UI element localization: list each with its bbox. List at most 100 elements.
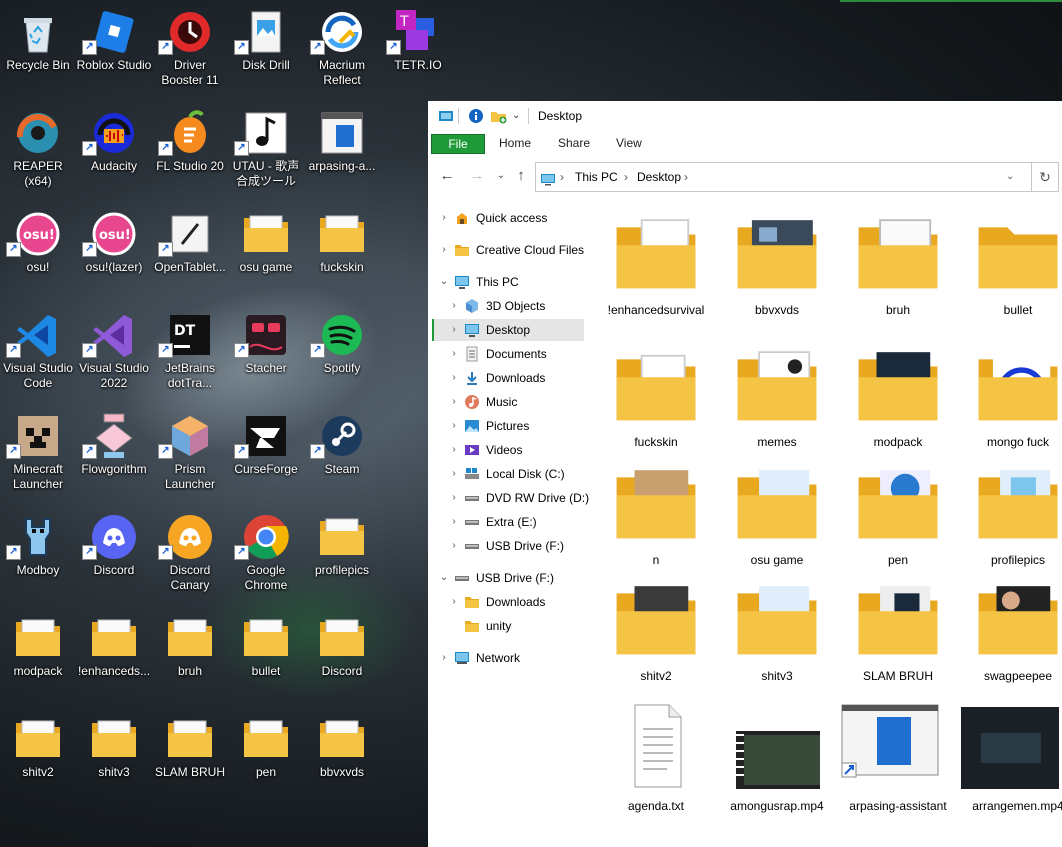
desktop-icon-steam[interactable]: ↗ Steam	[304, 404, 380, 504]
nav-item-usb-unity[interactable]: unity	[438, 615, 584, 637]
chevron-right-icon[interactable]: ›	[448, 367, 460, 389]
desktop-icon-enhanceds[interactable]: !enhanceds...	[76, 606, 152, 706]
desktop-icon-profilepics[interactable]: profilepics	[304, 505, 380, 605]
nav-item-objects3d[interactable]: › 3D Objects	[438, 295, 584, 317]
chevron-right-icon[interactable]: ›	[448, 343, 460, 365]
nav-item-this-pc[interactable]: ⌄ This PC	[438, 271, 584, 293]
file-item-arpasing-assistant[interactable]: arpasing-assistant	[841, 703, 953, 831]
tab-view[interactable]: View	[616, 134, 642, 152]
nav-item-pictures[interactable]: › Pictures	[438, 415, 584, 437]
desktop-icon-stacher[interactable]: ↗ Stacher	[228, 303, 304, 403]
desktop-icon-bullet[interactable]: bullet	[228, 606, 304, 706]
desktop-icon-shitv3[interactable]: shitv3	[76, 707, 152, 807]
chevron-right-icon[interactable]: ›	[448, 591, 460, 613]
nav-item-quick-access[interactable]: › Quick access	[438, 207, 584, 229]
file-item-pen[interactable]: pen	[843, 463, 953, 591]
desktop-icon-bruh[interactable]: bruh	[152, 606, 228, 706]
chevron-right-icon[interactable]: ›	[448, 535, 460, 557]
back-button[interactable]: ←	[438, 167, 456, 185]
desktop-icon-prism-launcher[interactable]: ↗ Prism Launcher	[152, 404, 228, 504]
nav-item-desktop[interactable]: › Desktop	[432, 319, 584, 341]
address-bar[interactable]: › This PC › Desktop › ⌄	[535, 162, 1032, 192]
desktop-icon-osu-lazer[interactable]: osu! ↗ osu!(lazer)	[76, 202, 152, 302]
file-item-agenda-txt[interactable]: agenda.txt	[601, 703, 711, 831]
file-item-bbvxvds[interactable]: bbvxvds	[722, 213, 832, 341]
tab-home[interactable]: Home	[499, 134, 531, 152]
chevron-right-icon[interactable]: ›	[448, 391, 460, 413]
recent-locations-button[interactable]: ⌄	[492, 167, 510, 185]
file-item-bullet[interactable]: bullet	[963, 213, 1062, 341]
chevron-right-icon[interactable]: ›	[448, 511, 460, 533]
new-folder-icon[interactable]	[490, 108, 507, 124]
tab-file[interactable]: File	[431, 134, 485, 154]
file-item-mongo-fuck[interactable]: mongo fuck	[963, 345, 1062, 473]
chevron-down-icon[interactable]: ⌄	[438, 271, 450, 293]
nav-item-videos[interactable]: › Videos	[438, 439, 584, 461]
desktop-icon-audacity[interactable]: ↗ Audacity	[76, 101, 152, 201]
chevron-right-icon[interactable]: ›	[448, 295, 460, 317]
file-item-modpack[interactable]: modpack	[843, 345, 953, 473]
desktop-icon-discord[interactable]: ↗ Discord	[76, 505, 152, 605]
desktop-icon-flowgorithm[interactable]: ↗ Flowgorithm	[76, 404, 152, 504]
nav-item-dvd[interactable]: › DVD RW Drive (D:)	[438, 487, 589, 509]
desktop-icon-spotify[interactable]: ↗ Spotify	[304, 303, 380, 403]
desktop-icon-osu-game[interactable]: osu game	[228, 202, 304, 302]
chevron-right-icon[interactable]: ›	[448, 463, 460, 485]
file-item-amongusrap-mp4[interactable]: amongusrap.mp4	[722, 703, 832, 831]
desktop-icon-visual-studio-code[interactable]: ↗ Visual Studio Code	[0, 303, 76, 403]
desktop-icon-utau[interactable]: ↗ UTAU - 歌声合成ツール	[228, 101, 304, 201]
desktop-icon-osu[interactable]: osu! ↗ osu!	[0, 202, 76, 302]
desktop-icon-driver-booster-11[interactable]: ↗ Driver Booster 11	[152, 0, 228, 100]
chevron-down-icon[interactable]: ⌄	[438, 567, 450, 589]
desktop-icon-arpasing-a[interactable]: arpasing-a...	[304, 101, 380, 201]
file-item-n[interactable]: n	[601, 463, 711, 591]
desktop-icon-bbvxvds[interactable]: bbvxvds	[304, 707, 380, 807]
chevron-right-icon[interactable]: ›	[448, 439, 460, 461]
desktop-icon-google-chrome[interactable]: ↗ Google Chrome	[228, 505, 304, 605]
desktop-icon-modboy[interactable]: ↗ Modboy	[0, 505, 76, 605]
nav-item-usb2[interactable]: ⌄ USB Drive (F:)	[438, 567, 584, 589]
desktop-icon-fl-studio-20[interactable]: ↗ FL Studio 20	[152, 101, 228, 201]
desktop-icon-roblox-studio[interactable]: ↗ Roblox Studio	[76, 0, 152, 100]
desktop-icon-discord[interactable]: Discord	[304, 606, 380, 706]
desktop-icon-discord-canary[interactable]: ↗ Discord Canary	[152, 505, 228, 605]
properties-icon[interactable]	[468, 108, 484, 124]
desktop-icon-opentablet[interactable]: ↗ OpenTablet...	[152, 202, 228, 302]
chevron-right-icon[interactable]: ›	[448, 487, 460, 509]
file-item-memes[interactable]: memes	[722, 345, 832, 473]
tab-share[interactable]: Share	[558, 134, 590, 152]
file-item-swagpeepee[interactable]: swagpeepee	[963, 579, 1062, 707]
desktop-icon-fuckskin[interactable]: fuckskin	[304, 202, 380, 302]
address-desktop[interactable]: Desktop	[637, 163, 681, 191]
desktop-icon-tetr-io[interactable]: T ↗ TETR.IO	[380, 0, 456, 100]
nav-item-local-disk[interactable]: › Local Disk (C:)	[438, 463, 584, 485]
desktop-icon-pen[interactable]: pen	[228, 707, 304, 807]
chevron-right-icon[interactable]: ›	[448, 415, 460, 437]
desktop-icon-minecraft-launcher[interactable]: ↗ Minecraft Launcher	[0, 404, 76, 504]
desktop-icon-reaper-x64[interactable]: REAPER (x64)	[0, 101, 76, 201]
nav-item-creative-cloud[interactable]: › Creative Cloud Files	[438, 239, 584, 261]
nav-item-music[interactable]: › Music	[438, 391, 584, 413]
file-item-slam-bruh[interactable]: SLAM BRUH	[843, 579, 953, 707]
chevron-right-icon[interactable]: ›	[448, 319, 460, 341]
file-item-fuckskin[interactable]: fuckskin	[601, 345, 711, 473]
nav-item-usb1[interactable]: › USB Drive (F:)	[438, 535, 584, 557]
desktop-icon-macrium-reflect[interactable]: ↗ Macrium Reflect	[304, 0, 380, 100]
chevron-right-icon[interactable]: ›	[438, 239, 450, 261]
file-item-arrangemen-mp4[interactable]: arrangemen.mp4	[961, 703, 1062, 831]
desktop-icon-slam-bruh[interactable]: SLAM BRUH	[152, 707, 228, 807]
refresh-button[interactable]: ↻	[1032, 162, 1059, 192]
desktop-icon-visual-studio-2022[interactable]: ↗ Visual Studio 2022	[76, 303, 152, 403]
chevron-down-icon[interactable]: ⌄	[512, 108, 528, 124]
file-item-bruh[interactable]: bruh	[843, 213, 953, 341]
file-item-shitv2[interactable]: shitv2	[601, 579, 711, 707]
chevron-right-icon[interactable]: ›	[438, 207, 450, 229]
nav-item-downloads[interactable]: › Downloads	[438, 367, 584, 389]
nav-item-usb-downloads[interactable]: › Downloads	[438, 591, 584, 613]
nav-item-documents[interactable]: › Documents	[438, 343, 584, 365]
nav-item-extra[interactable]: › Extra (E:)	[438, 511, 584, 533]
desktop-icon-disk-drill[interactable]: ↗ Disk Drill	[228, 0, 304, 100]
file-item-osu-game[interactable]: osu game	[722, 463, 832, 591]
file-item-enhancedsurvival[interactable]: !enhancedsurvival	[601, 213, 711, 341]
nav-item-network[interactable]: › Network	[438, 647, 584, 669]
